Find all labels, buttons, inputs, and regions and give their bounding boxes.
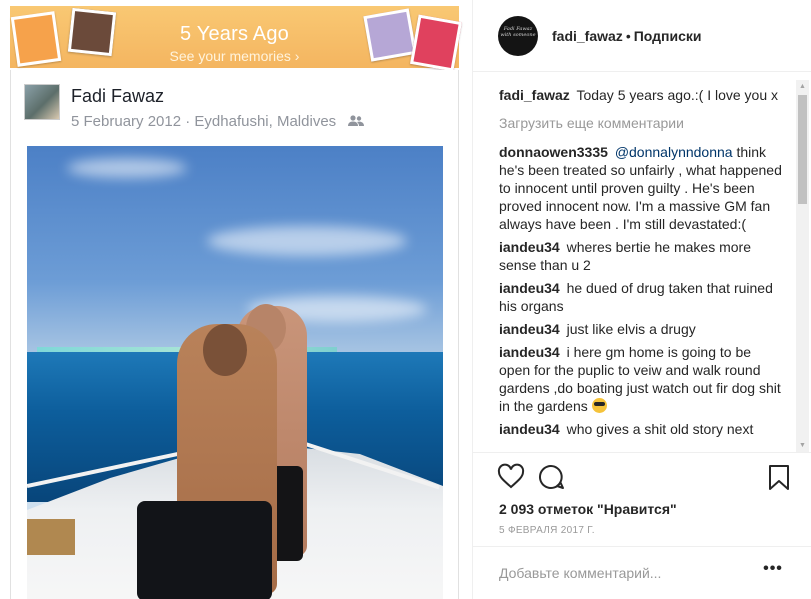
load-more-comments-link[interactable]: Загрузить еще комментарии	[499, 114, 785, 132]
post-date: 5 ФЕВРАЛЯ 2017 Г.	[499, 525, 595, 536]
bookmark-save-icon[interactable]	[765, 463, 793, 491]
cloud	[67, 158, 187, 178]
instagram-post-view: 5 Years Ago See your memories › Fadi Faw…	[0, 0, 811, 599]
comment-username[interactable]: iandeu34	[499, 239, 560, 255]
scrollbar-thumb[interactable]	[798, 95, 807, 204]
header-user-line: fadi_fawaz • Подписки	[552, 28, 702, 44]
cloud	[207, 226, 407, 256]
fb-post-meta: 5 February 2012 · Eydhafushi, Maldives	[71, 113, 365, 131]
vacation-photo	[27, 146, 443, 599]
comment-username[interactable]: iandeu34	[499, 321, 560, 337]
memory-subtitle: See your memories ›	[169, 48, 300, 64]
comment-username[interactable]: iandeu34	[499, 344, 560, 360]
comment-item: iandeu34 he dued of drug taken that ruin…	[499, 279, 785, 315]
comment-text: who gives a shit old story next	[566, 421, 754, 437]
following-button[interactable]: Подписки	[634, 28, 702, 44]
post-sidebar: Fadi Fawaz with someone fadi_fawaz • Подпи…	[472, 0, 811, 599]
comment-username[interactable]: donnaowen3335	[499, 144, 608, 160]
comment-item: iandeu34 wheres bertie he makes more sen…	[499, 238, 785, 274]
add-comment-section: •••	[473, 546, 811, 599]
comment-item: iandeu34 i here gm home is going to be o…	[499, 343, 785, 415]
fb-author-avatar	[24, 84, 60, 120]
comment-text: just like elvis a drugy	[566, 321, 696, 337]
sunglasses-emoji-icon	[591, 398, 607, 413]
fb-author-name: Fadi Fawaz	[71, 86, 165, 106]
memory-title: 5 Years Ago	[180, 23, 289, 45]
comment-bubble-icon[interactable]	[537, 463, 565, 491]
comment-item: iandeu34 who gives a shit old story next	[499, 420, 785, 438]
caption-username[interactable]: fadi_fawaz	[499, 87, 570, 103]
comments-list[interactable]: fadi_fawaz Today 5 years ago.:( I love y…	[499, 86, 785, 452]
avatar-text: Fadi Fawaz with someone	[500, 26, 536, 38]
likes-count[interactable]: 2 093 отметок "Нравится"	[499, 501, 677, 517]
fb-post-location: Eydhafushi, Maldives	[194, 113, 337, 130]
post-media[interactable]: 5 Years Ago See your memories › Fadi Faw…	[0, 0, 472, 599]
comment-item: donnaowen3335 @donnalynndonna think he's…	[499, 143, 785, 233]
more-options-icon[interactable]: •••	[763, 561, 783, 582]
comment-mention[interactable]: @donnalynndonna	[615, 144, 733, 160]
caption: fadi_fawaz Today 5 years ago.:( I love y…	[499, 86, 785, 104]
scroll-up-arrow-icon[interactable]: ▲	[796, 80, 809, 93]
comments-scrollbar[interactable]: ▲ ▼	[796, 80, 809, 452]
person-front-shorts	[137, 501, 272, 599]
author-username[interactable]: fadi_fawaz	[552, 28, 623, 44]
add-comment-input[interactable]	[499, 563, 739, 583]
like-heart-icon[interactable]	[497, 463, 525, 491]
deck-chair	[27, 519, 75, 555]
post-header: Fadi Fawaz with someone fadi_fawaz • Подпи…	[473, 0, 811, 72]
comment-username[interactable]: iandeu34	[499, 421, 560, 437]
header-dot: •	[625, 28, 631, 44]
fb-meta-separator: ·	[185, 113, 191, 130]
memory-banner: 5 Years Ago See your memories ›	[10, 6, 463, 72]
post-actions: 2 093 отметок "Нравится" 5 ФЕВРАЛЯ 2017 …	[473, 452, 811, 542]
caption-text: Today 5 years ago.:( I love you x	[576, 87, 779, 103]
comment-username[interactable]: iandeu34	[499, 280, 560, 296]
person-front-head	[203, 324, 247, 376]
author-avatar[interactable]: Fadi Fawaz with someone	[498, 16, 538, 56]
comment-item: iandeu34 just like elvis a drugy	[499, 320, 785, 338]
friends-icon	[348, 114, 365, 131]
scroll-down-arrow-icon[interactable]: ▼	[796, 439, 809, 452]
fb-post-date: 5 February 2012	[71, 113, 182, 130]
